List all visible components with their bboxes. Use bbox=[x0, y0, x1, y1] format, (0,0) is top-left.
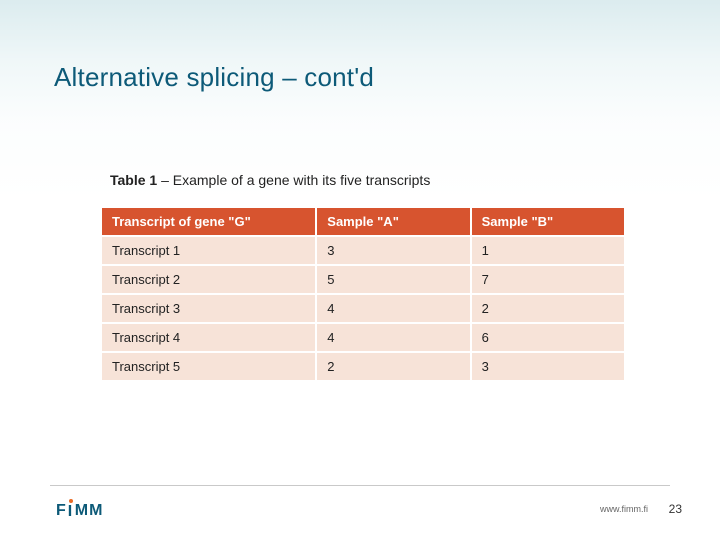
footer-url: www.fimm.fi bbox=[600, 504, 648, 514]
logo-letters-mm: MM bbox=[75, 502, 104, 520]
th-gene: Transcript of gene "G" bbox=[101, 207, 316, 236]
cell-sample-b: 1 bbox=[471, 236, 625, 265]
cell-sample-b: 6 bbox=[471, 323, 625, 352]
cell-transcript: Transcript 1 bbox=[101, 236, 316, 265]
table-row: Transcript 5 2 3 bbox=[101, 352, 625, 381]
page-number: 23 bbox=[669, 502, 682, 516]
cell-sample-a: 3 bbox=[316, 236, 470, 265]
table-row: Transcript 4 4 6 bbox=[101, 323, 625, 352]
cell-transcript: Transcript 5 bbox=[101, 352, 316, 381]
cell-sample-a: 4 bbox=[316, 294, 470, 323]
cell-sample-b: 7 bbox=[471, 265, 625, 294]
cell-sample-a: 2 bbox=[316, 352, 470, 381]
footer-divider bbox=[50, 485, 670, 486]
th-sample-a: Sample "A" bbox=[316, 207, 470, 236]
cell-sample-b: 3 bbox=[471, 352, 625, 381]
slide: Alternative splicing – cont'd Table 1 – … bbox=[0, 0, 720, 540]
table-header-row: Transcript of gene "G" Sample "A" Sample… bbox=[101, 207, 625, 236]
fimm-logo: F MM bbox=[56, 502, 103, 520]
table-row: Transcript 3 4 2 bbox=[101, 294, 625, 323]
logo-dot-icon bbox=[68, 506, 74, 516]
caption-rest: – Example of a gene with its five transc… bbox=[157, 172, 430, 188]
cell-transcript: Transcript 3 bbox=[101, 294, 316, 323]
cell-transcript: Transcript 4 bbox=[101, 323, 316, 352]
cell-transcript: Transcript 2 bbox=[101, 265, 316, 294]
table-row: Transcript 1 3 1 bbox=[101, 236, 625, 265]
caption-bold: Table 1 bbox=[110, 172, 157, 188]
slide-title: Alternative splicing – cont'd bbox=[54, 62, 374, 93]
th-sample-b: Sample "B" bbox=[471, 207, 625, 236]
cell-sample-a: 5 bbox=[316, 265, 470, 294]
background-gradient bbox=[0, 0, 720, 200]
logo-letter-f: F bbox=[56, 502, 67, 520]
transcripts-table: Transcript of gene "G" Sample "A" Sample… bbox=[100, 206, 626, 382]
table-row: Transcript 2 5 7 bbox=[101, 265, 625, 294]
cell-sample-b: 2 bbox=[471, 294, 625, 323]
cell-sample-a: 4 bbox=[316, 323, 470, 352]
table-caption: Table 1 – Example of a gene with its fiv… bbox=[110, 172, 430, 188]
